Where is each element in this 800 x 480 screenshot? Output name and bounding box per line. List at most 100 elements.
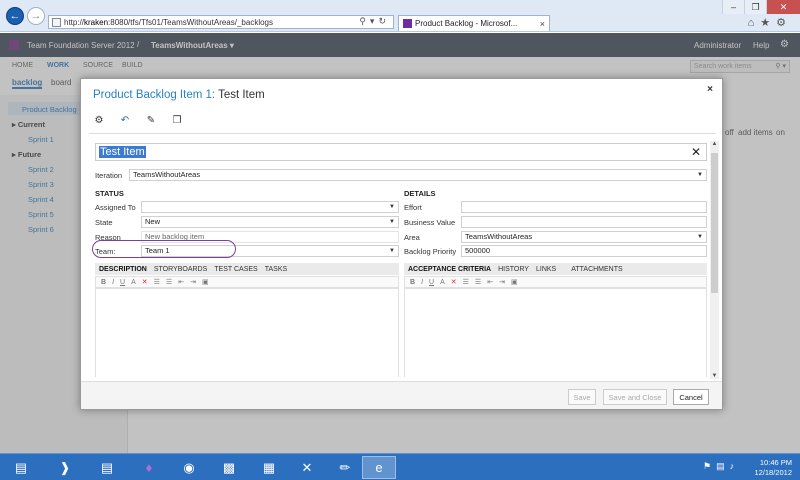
scroll-down-icon[interactable]: ▼: [710, 373, 719, 379]
tab-attachments[interactable]: ATTACHMENTS: [571, 266, 622, 273]
cancel-button[interactable]: Cancel: [673, 389, 709, 405]
details-header: DETAILS: [404, 189, 436, 198]
acceptance-criteria-editor[interactable]: [404, 288, 707, 377]
address-host: kraken: [84, 17, 109, 27]
highlight-icon[interactable]: A: [440, 279, 445, 286]
bold-icon[interactable]: B: [410, 279, 415, 286]
chevron-down-icon: ▼: [389, 248, 395, 254]
title-value: Test Item: [99, 146, 146, 158]
gear-icon[interactable]: ⚙: [776, 17, 792, 29]
minimize-button[interactable]: –: [722, 0, 744, 14]
refresh-icon[interactable]: ↻: [378, 16, 390, 26]
area-select[interactable]: TeamsWithoutAreas ▼: [461, 231, 707, 243]
area-label: Area: [404, 233, 420, 242]
highlight-icon[interactable]: A: [131, 279, 136, 286]
maximize-button[interactable]: ❐: [744, 0, 766, 14]
home-icon[interactable]: ⌂: [748, 17, 761, 29]
pencil-icon[interactable]: ✏: [328, 456, 362, 479]
cleanup-icon[interactable]: ✎: [145, 115, 157, 126]
dialog-title: Product Backlog Item 1: Test Item: [93, 89, 265, 101]
search-icon[interactable]: ⚲: [359, 16, 370, 26]
network-status-icon[interactable]: ▤: [716, 461, 730, 471]
tab-history[interactable]: HISTORY: [498, 266, 529, 273]
tools-icon[interactable]: ✕: [290, 456, 324, 479]
clear-format-icon[interactable]: ✕: [142, 278, 148, 286]
clock[interactable]: 10:46 PM 12/18/2012: [754, 458, 792, 478]
save-and-close-button[interactable]: Save and Close: [603, 389, 667, 405]
assigned-to-select[interactable]: ▼: [141, 201, 399, 213]
chevron-down-icon: ▼: [697, 172, 703, 178]
backlog-priority-label: Backlog Priority: [404, 247, 457, 256]
bullet-list-icon[interactable]: ☰: [154, 278, 160, 286]
title-field[interactable]: Test Item ✕: [95, 143, 707, 161]
outdent-icon[interactable]: ⇤: [178, 278, 184, 286]
right-tab-strip: ACCEPTANCE CRITERIA HISTORY LINKS ATTACH…: [404, 263, 707, 275]
back-button[interactable]: ←: [6, 7, 24, 25]
server-icon[interactable]: ▦: [252, 456, 286, 479]
iteration-select[interactable]: TeamsWithoutAreas ▼: [129, 169, 707, 181]
address-tools[interactable]: ⚲▾↻: [359, 16, 390, 27]
tab-storyboards[interactable]: STORYBOARDS: [154, 266, 207, 273]
scroll-up-icon[interactable]: ▲: [710, 141, 719, 147]
dialog-close-icon[interactable]: ×: [707, 84, 713, 95]
powershell-icon[interactable]: ❱: [48, 456, 82, 479]
tab-tasks[interactable]: TASKS: [265, 266, 287, 273]
browser-tab[interactable]: Product Backlog - Microsof... ×: [398, 15, 550, 31]
work-item-dialog: Product Backlog Item 1: Test Item × ⚙ ↶ …: [80, 78, 723, 410]
underline-icon[interactable]: U: [429, 279, 434, 286]
tab-acceptance-criteria[interactable]: ACCEPTANCE CRITERIA: [408, 266, 491, 273]
description-editor[interactable]: [95, 288, 399, 377]
form-scrollbar[interactable]: ▲ ▼: [710, 141, 719, 379]
indent-icon[interactable]: ⇥: [499, 278, 505, 286]
tab-description[interactable]: DESCRIPTION: [99, 266, 147, 273]
assigned-to-label: Assigned To: [95, 203, 136, 212]
save-button[interactable]: Save: [568, 389, 596, 405]
image-icon[interactable]: ▣: [511, 278, 518, 286]
backlog-priority-field[interactable]: 500000: [461, 245, 707, 257]
indent-icon[interactable]: ⇥: [190, 278, 196, 286]
bold-icon[interactable]: B: [101, 279, 106, 286]
underline-icon[interactable]: U: [120, 279, 125, 286]
iteration-label: Iteration: [95, 171, 123, 180]
file-explorer-icon[interactable]: ▤: [90, 456, 124, 479]
remote-desktop-icon[interactable]: ▩: [212, 456, 246, 479]
business-value-field[interactable]: [461, 216, 707, 228]
dialog-title-name: Test Item: [215, 89, 265, 101]
tab-test-cases[interactable]: TEST CASES: [214, 266, 257, 273]
address-prefix: http://: [64, 17, 85, 27]
tab-close-icon[interactable]: ×: [540, 19, 545, 29]
copy-icon[interactable]: ❐: [171, 115, 183, 126]
image-icon[interactable]: ▣: [202, 278, 209, 286]
volume-icon[interactable]: ♪: [730, 461, 740, 471]
numbered-list-icon[interactable]: ☰: [475, 278, 481, 286]
iteration-value: TeamsWithoutAreas: [133, 170, 201, 179]
effort-label: Effort: [404, 203, 422, 212]
bullet-list-icon[interactable]: ☰: [463, 278, 469, 286]
state-select[interactable]: New ▼: [141, 216, 399, 228]
italic-icon[interactable]: I: [421, 279, 423, 286]
network-icon[interactable]: ◉: [172, 456, 206, 479]
italic-icon[interactable]: I: [112, 279, 114, 286]
clear-format-icon[interactable]: ✕: [451, 278, 457, 286]
internet-explorer-icon[interactable]: e: [362, 456, 396, 479]
area-value: TeamsWithoutAreas: [465, 232, 533, 241]
visual-studio-icon[interactable]: ♦: [132, 456, 166, 479]
title-clear-icon[interactable]: ✕: [691, 145, 701, 159]
numbered-list-icon[interactable]: ☰: [166, 278, 172, 286]
scroll-thumb[interactable]: [711, 153, 718, 293]
close-window-button[interactable]: ✕: [766, 0, 800, 14]
page-icon: [52, 17, 61, 27]
outdent-icon[interactable]: ⇤: [487, 278, 493, 286]
undo-icon[interactable]: ↶: [119, 115, 131, 126]
star-icon[interactable]: ★: [760, 17, 776, 29]
status-header: STATUS: [95, 189, 124, 198]
browser-icons: ⌂★⚙: [748, 16, 792, 29]
effort-field[interactable]: [461, 201, 707, 213]
save-icon[interactable]: ⚙: [93, 115, 105, 126]
windows-taskbar: ▤ ❱ ▤ ♦ ◉ ▩ ▦ ✕ ✏ e ⚑▤♪ 10:46 PM 12/18/2…: [0, 453, 800, 480]
tab-links[interactable]: LINKS: [536, 266, 556, 273]
flag-icon[interactable]: ⚑: [703, 461, 716, 471]
forward-button[interactable]: →: [27, 7, 45, 25]
address-bar[interactable]: http://kraken:8080/tfs/Tfs01/TeamsWithou…: [48, 15, 394, 29]
server-manager-icon[interactable]: ▤: [4, 456, 38, 479]
